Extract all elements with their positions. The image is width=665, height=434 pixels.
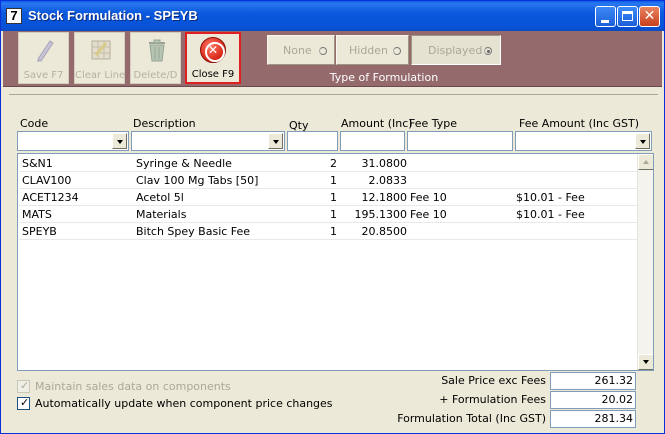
check-icon: ✓ [20,396,30,409]
check-icon: ✓ [20,379,30,392]
header-amount: Amount (Inc) [341,117,413,130]
amount-filter-input[interactable] [340,131,405,151]
auto-update-checkbox[interactable]: ✓ [17,396,30,410]
table-row[interactable]: CLAV100 Clav 100 Mg Tabs [50] 1 2.0833 [19,172,637,189]
app-icon: 7 [6,8,22,24]
table-row[interactable]: SPEYB Bitch Spey Basic Fee 1 20.8500 [19,223,637,240]
header-fee-amount: Fee Amount (Inc GST) [519,117,640,130]
maintain-sales-label: Maintain sales data on components [35,380,231,393]
radio-displayed[interactable] [484,47,492,55]
toolbar: Save F7 Clear Line Delete/D ✕ Close F9 N… [3,31,662,87]
header-description: Description [133,117,196,130]
maximize-icon [622,11,633,21]
close-button[interactable]: ✕ Close F9 [185,32,241,84]
table-row[interactable]: S&N1 Syringe & Needle 2 31.0800 [19,155,637,172]
scroll-down-icon[interactable] [638,354,653,370]
header-fee-type: Fee Type [409,117,458,130]
header-code: Code [20,117,49,130]
delete-bin-icon [149,39,165,62]
fee-type-filter-input[interactable] [407,131,513,151]
save-label: Save F7 [23,70,64,81]
title-bar[interactable]: 7 Stock Formulation - SPEYB ✕ [1,1,664,31]
pen-icon [37,40,54,62]
scroll-up-icon[interactable] [638,154,653,170]
formulation-fees-field: 20.02 [550,391,636,409]
radio-none[interactable] [319,47,327,55]
fee-amount-filter-dropdown[interactable] [515,131,652,151]
maintain-sales-checkbox[interactable]: ✓ [17,379,30,393]
maximize-button[interactable] [617,6,638,27]
vertical-scrollbar[interactable] [637,154,653,370]
window-close-button[interactable]: ✕ [639,6,660,27]
minimize-icon [601,20,609,23]
table-row[interactable]: ACET1234 Acetol 5l 1 12.1800 Fee 10 $10.… [19,189,637,206]
formulation-total-label: Formulation Total (Inc GST) [397,412,546,425]
chevron-down-icon[interactable] [112,133,127,149]
type-of-formulation-caption: Type of Formulation [329,71,439,84]
description-filter-dropdown[interactable] [131,131,285,151]
table-row[interactable]: MATS Materials 1 195.1300 Fee 10 $10.01 … [19,206,637,223]
clear-line-label: Clear Line [75,70,126,81]
close-circle-icon: ✕ [200,37,226,63]
formulation-total-field: 281.34 [550,410,636,428]
sale-price-label: Sale Price exc Fees [441,374,546,387]
type-option-none[interactable]: None [267,35,335,65]
formulation-type-group: None Hidden Displayed [267,35,501,65]
chevron-down-icon[interactable] [268,133,283,149]
stock-formulation-window: 7 Stock Formulation - SPEYB ✕ Save F7 Cl… [0,0,665,434]
sale-price-field: 261.32 [550,372,636,390]
auto-update-label: Automatically update when component pric… [35,397,333,410]
qty-filter-input[interactable] [287,131,338,151]
clear-grid-icon [91,40,111,60]
save-button[interactable]: Save F7 [18,32,69,84]
delete-button[interactable]: Delete/D [130,32,181,84]
chevron-down-icon[interactable] [635,133,650,149]
components-grid[interactable]: S&N1 Syringe & Needle 2 31.0800 CLAV100 … [17,153,654,371]
code-filter-dropdown[interactable] [17,131,129,151]
window-title: Stock Formulation - SPEYB [28,8,198,23]
close-label: Close F9 [191,69,235,80]
radio-hidden[interactable] [393,47,401,55]
minimize-button[interactable] [595,6,616,27]
delete-label: Delete/D [133,70,178,81]
clear-line-button[interactable]: Clear Line [74,32,125,84]
type-option-hidden[interactable]: Hidden [336,35,409,65]
formulation-fees-label: + Formulation Fees [439,393,546,406]
type-option-displayed[interactable]: Displayed [411,35,501,65]
